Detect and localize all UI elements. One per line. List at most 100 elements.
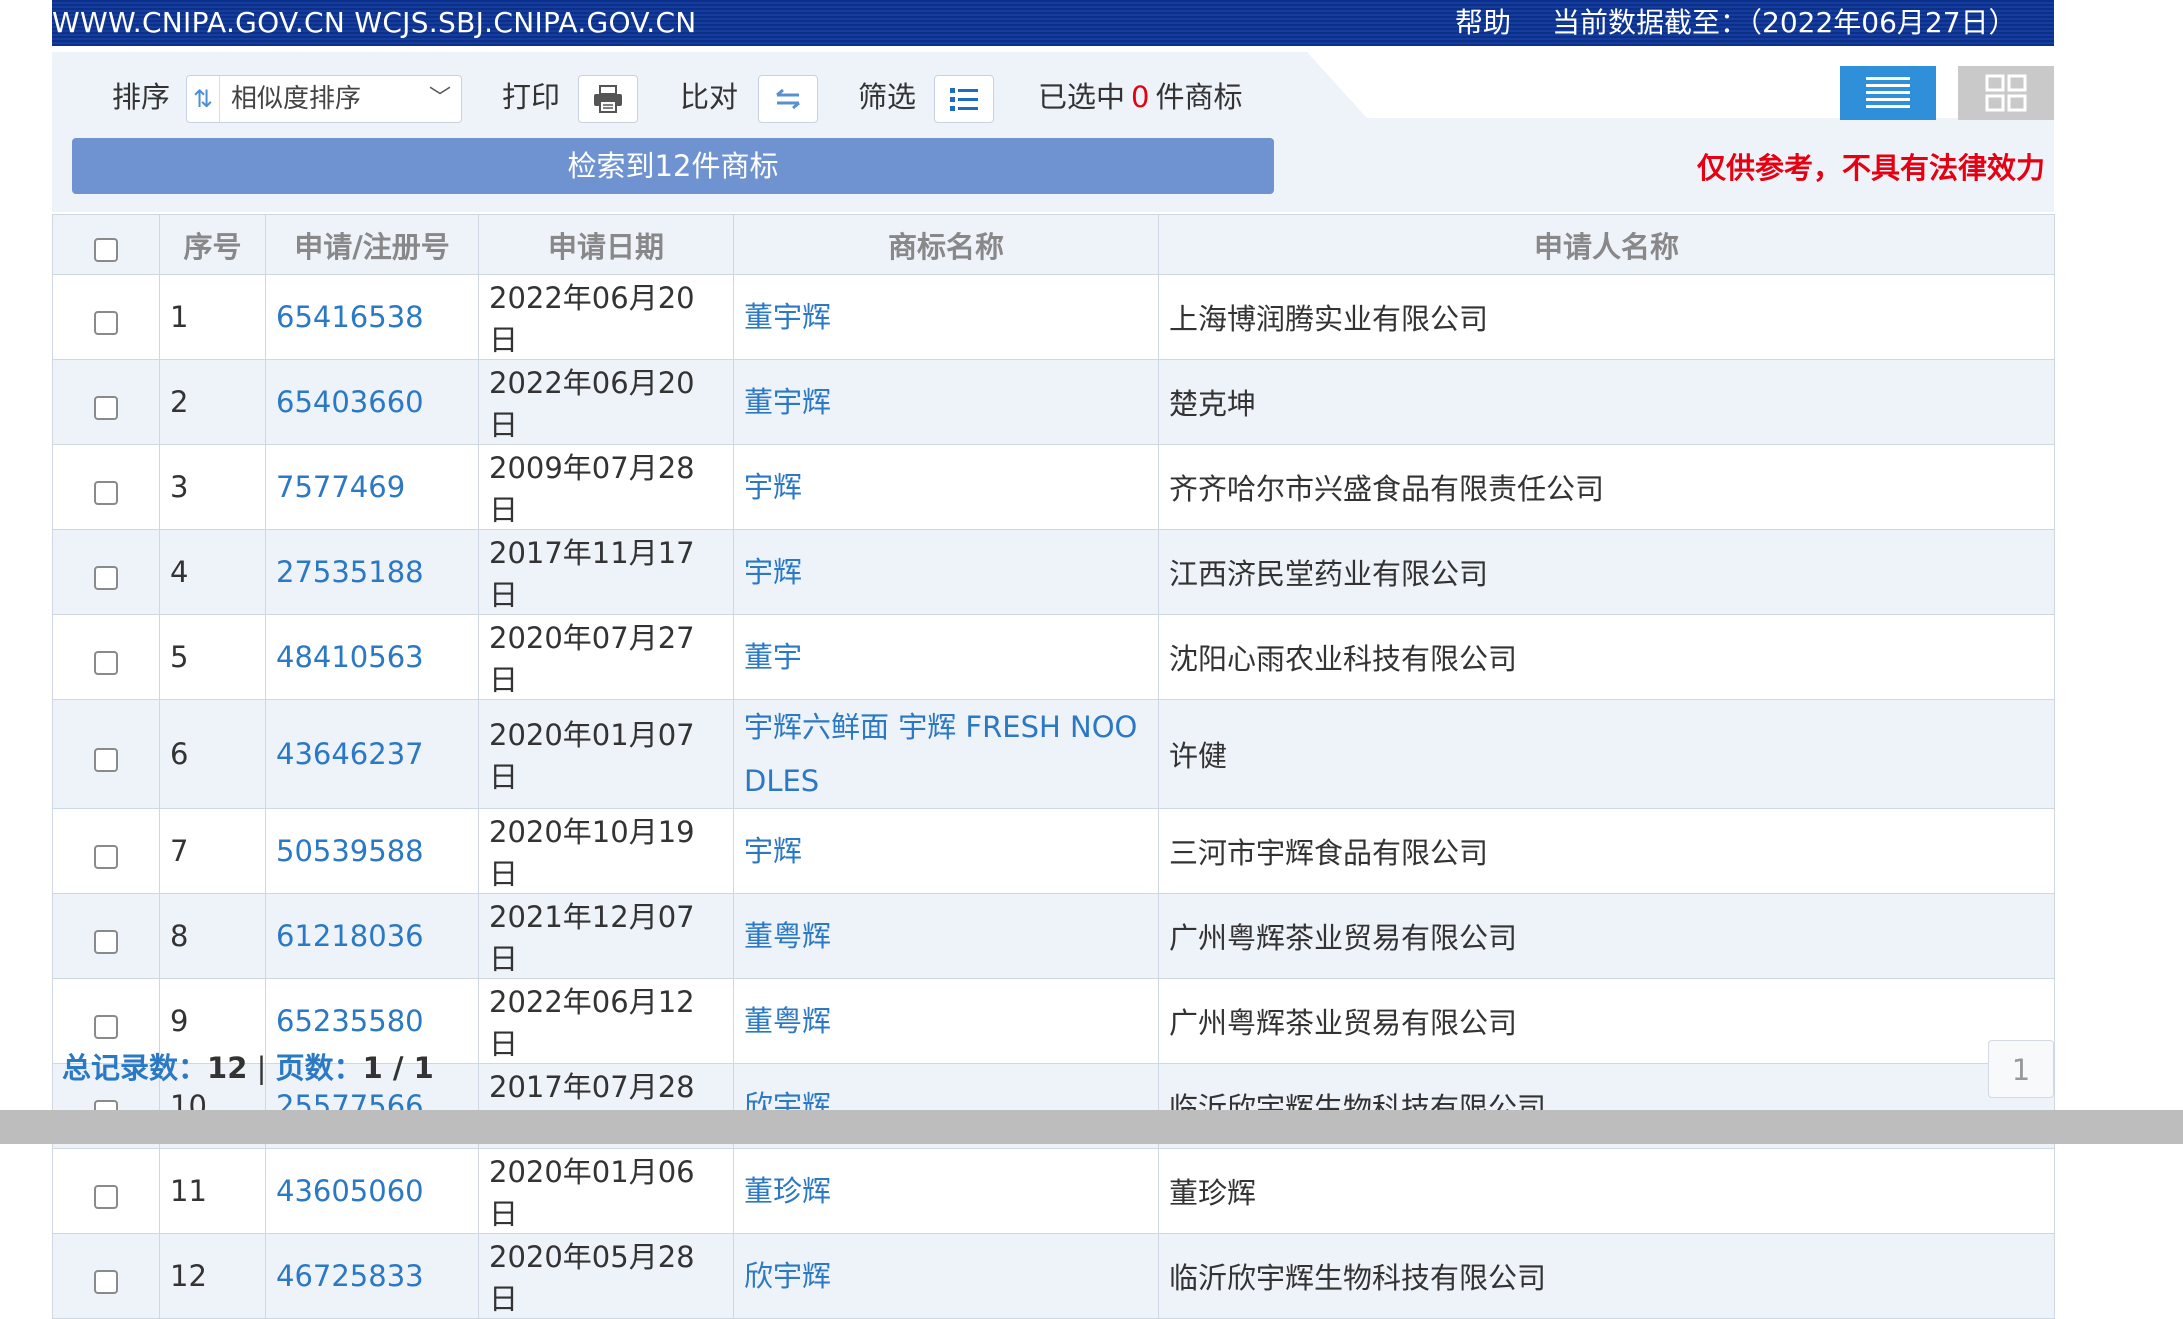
reg-number-link[interactable]: 27535188 (265, 529, 479, 615)
reg-number-link[interactable]: 65416538 (265, 274, 479, 360)
row-number: 4 (159, 529, 266, 615)
list-icon (950, 88, 978, 111)
row-checkbox[interactable] (94, 310, 118, 335)
result-count-bar: 检索到12件商标 (72, 138, 1274, 194)
row-checkbox-cell (52, 614, 160, 700)
applicant-name: 三河市宇辉食品有限公司 (1158, 808, 2055, 894)
applicant-name: 广州粤辉茶业贸易有限公司 (1158, 893, 2055, 979)
filter-button[interactable] (934, 75, 994, 123)
table-row: 11 43605060 2020年01月06日 董珍辉 董珍辉 (52, 1148, 2055, 1234)
row-checkbox-cell (52, 893, 160, 979)
help-link[interactable]: 帮助 (1455, 0, 1511, 46)
reg-number-link[interactable]: 48410563 (265, 614, 479, 700)
trademark-name-link[interactable]: 宇辉 (733, 808, 1159, 894)
reg-number-link[interactable]: 65403660 (265, 359, 479, 445)
application-date: 2022年06月20日 (478, 359, 734, 445)
col-header-trademark: 商标名称 (733, 214, 1159, 275)
search-results-panel: WWW.CNIPA.GOV.CN WCJS.SBJ.CNIPA.GOV.CN 帮… (52, 0, 2055, 1319)
row-number: 5 (159, 614, 266, 700)
reg-number-link[interactable]: 43605060 (265, 1148, 479, 1234)
footer-separator: | (256, 1051, 267, 1085)
results-table: 序号 申请/注册号 申请日期 商标名称 申请人名称 1 65416538 2022年… (52, 214, 2055, 1319)
row-checkbox[interactable] (94, 1269, 118, 1294)
sort-arrows-icon: ⇅ (187, 76, 220, 122)
row-checkbox[interactable] (94, 844, 118, 869)
print-button[interactable] (578, 75, 638, 123)
table-row: 12 46725833 2020年05月28日 欣宇辉 临沂欣宇辉生物科技有限公司 (52, 1233, 2055, 1319)
row-number: 1 (159, 274, 266, 360)
table-row: 1 65416538 2022年06月20日 董宇辉 上海博润腾实业有限公司 (52, 274, 2055, 360)
list-view-icon (1866, 77, 1910, 108)
table-body: 1 65416538 2022年06月20日 董宇辉 上海博润腾实业有限公司 2 65403… (52, 274, 2055, 1319)
grid-view-icon (1985, 74, 2027, 112)
trademark-name-link[interactable]: 宇辉 (733, 444, 1159, 530)
pages-label: 页数： (275, 1051, 363, 1085)
application-date: 2022年06月12日 (478, 978, 734, 1064)
application-date: 2021年12月07日 (478, 893, 734, 979)
grid-view-button[interactable] (1958, 66, 2054, 120)
row-number: 8 (159, 893, 266, 979)
site-header-bar: WWW.CNIPA.GOV.CN WCJS.SBJ.CNIPA.GOV.CN 帮… (52, 0, 2054, 46)
application-date: 2020年10月19日 (478, 808, 734, 894)
reg-number-link[interactable]: 7577469 (265, 444, 479, 530)
trademark-name-link[interactable]: 欣宇辉 (733, 1233, 1159, 1319)
page-number-button[interactable]: 1 (1988, 1040, 2054, 1098)
total-records-value: 12 (207, 1051, 248, 1085)
chevron-down-icon: ﹀ (428, 86, 451, 111)
select-all-checkbox[interactable] (94, 238, 118, 262)
row-number: 12 (159, 1233, 266, 1319)
row-checkbox[interactable] (94, 929, 118, 954)
row-checkbox[interactable] (94, 395, 118, 420)
applicant-name: 楚克坤 (1158, 359, 2055, 445)
trademark-name-link[interactable]: 董宇辉 (733, 359, 1159, 445)
bottom-scroll-strip (0, 1110, 2183, 1144)
row-checkbox[interactable] (94, 747, 118, 772)
selected-suffix: 件商标 (1155, 80, 1243, 114)
trademark-name-link[interactable]: 董粤辉 (733, 893, 1159, 979)
row-checkbox-cell (52, 699, 160, 809)
row-checkbox-cell (52, 274, 160, 360)
col-header-no: 序号 (159, 214, 266, 275)
row-checkbox[interactable] (94, 480, 118, 505)
row-checkbox-cell (52, 444, 160, 530)
trademark-name-link[interactable]: 董粤辉 (733, 978, 1159, 1064)
row-checkbox[interactable] (94, 565, 118, 590)
application-date: 2017年11月17日 (478, 529, 734, 615)
trademark-name-link[interactable]: 董宇 (733, 614, 1159, 700)
row-number: 3 (159, 444, 266, 530)
table-row: 8 61218036 2021年12月07日 董粤辉 广州粤辉茶业贸易有限公司 (52, 893, 2055, 979)
trademark-name-link[interactable]: 董宇辉 (733, 274, 1159, 360)
list-view-button[interactable] (1840, 66, 1936, 120)
compare-button[interactable] (758, 75, 818, 123)
data-cutoff-date: 当前数据截至：（2022年06月27日） (1552, 6, 2017, 39)
reg-number-link[interactable]: 43646237 (265, 699, 479, 809)
row-checkbox-cell (52, 1148, 160, 1234)
trademark-name-link[interactable]: 董珍辉 (733, 1148, 1159, 1234)
filter-label: 筛选 (858, 80, 917, 114)
row-checkbox-cell (52, 808, 160, 894)
pages-value: 1 / 1 (362, 1051, 434, 1085)
selected-count-text: 已选中 0 件商标 (1038, 72, 1242, 122)
row-checkbox[interactable] (94, 1014, 118, 1039)
applicant-name: 齐齐哈尔市兴盛食品有限责任公司 (1158, 444, 2055, 530)
row-checkbox-cell (52, 529, 160, 615)
row-number: 2 (159, 359, 266, 445)
row-checkbox[interactable] (94, 650, 118, 675)
reg-number-link[interactable]: 61218036 (265, 893, 479, 979)
selected-count: 0 (1131, 80, 1150, 114)
applicant-name: 沈阳心雨农业科技有限公司 (1158, 614, 2055, 700)
reg-number-link[interactable]: 50539588 (265, 808, 479, 894)
application-date: 2009年07月28日 (478, 444, 734, 530)
col-header-reg-number: 申请/注册号 (265, 214, 479, 275)
toolbar: 排序 ⇅ 相似度排序 ﹀ 打印 比对 筛选 已选中 0 件商标 检索到12件商标… (52, 52, 2054, 212)
site-urls: WWW.CNIPA.GOV.CN WCJS.SBJ.CNIPA.GOV.CN (52, 6, 697, 39)
row-number: 6 (159, 699, 266, 809)
row-checkbox-cell (52, 1233, 160, 1319)
trademark-name-link[interactable]: 宇辉六鲜面 宇辉 FRESH NOODLES (733, 699, 1159, 809)
sort-select[interactable]: ⇅ 相似度排序 ﹀ (186, 75, 462, 123)
row-checkbox[interactable] (94, 1184, 118, 1209)
reg-number-link[interactable]: 46725833 (265, 1233, 479, 1319)
trademark-name-link[interactable]: 宇辉 (733, 529, 1159, 615)
table-header-row: 序号 申请/注册号 申请日期 商标名称 申请人名称 (52, 214, 2055, 275)
application-date: 2020年07月27日 (478, 614, 734, 700)
